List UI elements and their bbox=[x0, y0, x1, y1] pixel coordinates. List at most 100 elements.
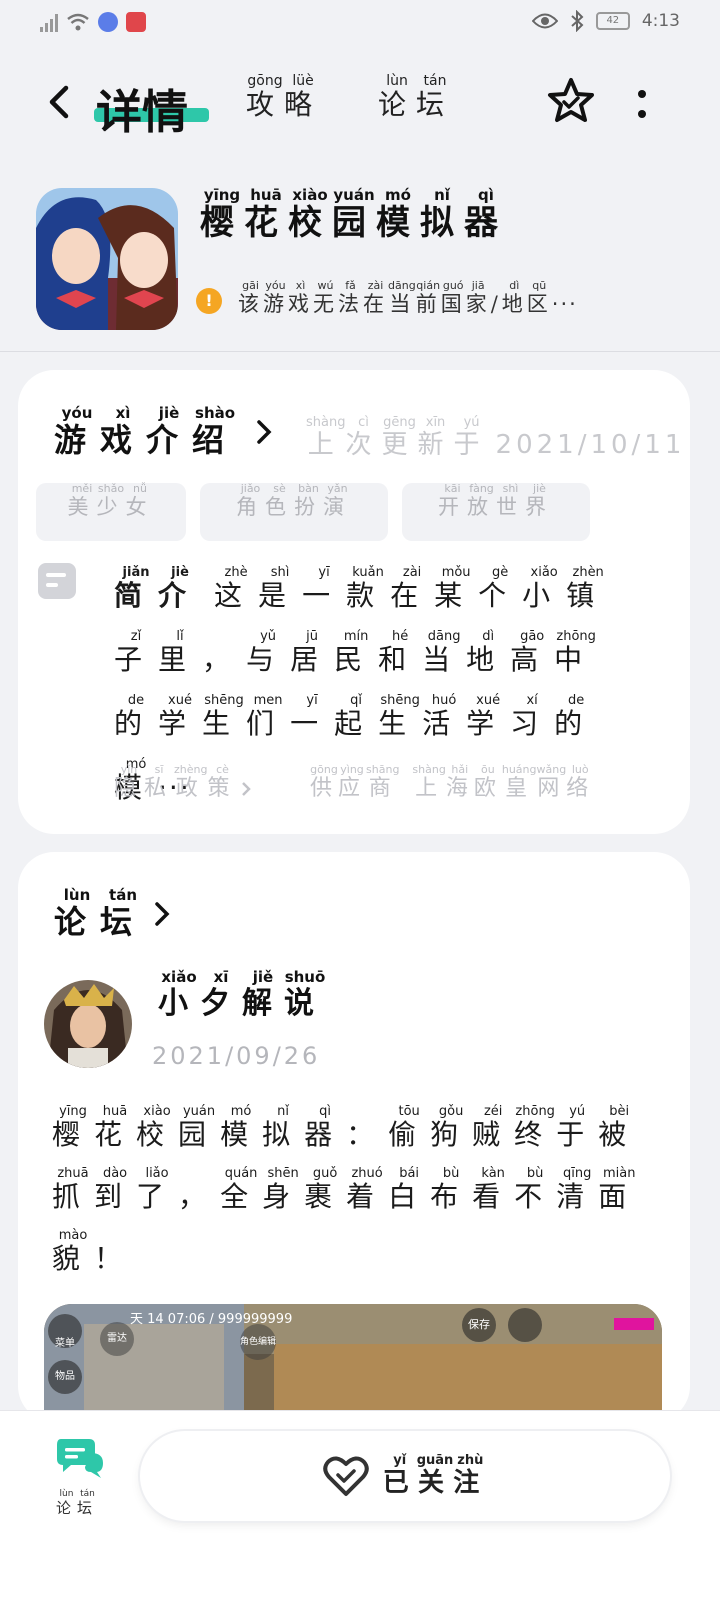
ruby-char: 家jiā bbox=[465, 279, 491, 316]
tag-item[interactable]: 开kāi放fàng世shì界jiè bbox=[402, 482, 590, 541]
ruby-char: 镇zhèn bbox=[566, 565, 611, 612]
game-icon[interactable] bbox=[36, 188, 178, 330]
ruby-char: 居jū bbox=[290, 629, 335, 676]
chat-bubbles-icon bbox=[57, 1439, 103, 1478]
ruby-char: 一yī bbox=[302, 565, 347, 612]
ruby-char: 与yǔ bbox=[246, 629, 291, 676]
last-update: 上shàng次cì更gēng新xīn于yú2021/10/11 bbox=[306, 415, 686, 460]
tag-item[interactable]: 角jiǎo色sè扮bàn演yǎn bbox=[200, 482, 388, 541]
ruby-char: 上shàng bbox=[306, 415, 346, 460]
ruby-char: 习xí bbox=[510, 693, 555, 740]
ruby-char: 于yú bbox=[556, 1104, 599, 1151]
info-icon: ! bbox=[196, 288, 222, 314]
ruby-char: 面miàn bbox=[598, 1166, 641, 1213]
follow-button-label: 已yǐ关guān注zhù bbox=[382, 1452, 488, 1499]
ruby-char: 区qū bbox=[526, 279, 552, 316]
post-author[interactable]: 小xiǎo夕xī解jiě说shuō bbox=[158, 968, 326, 1022]
ruby-char: 扮bàn bbox=[294, 482, 323, 519]
ruby-char: 园yuán bbox=[332, 186, 376, 243]
ruby-char: 介jiè bbox=[146, 404, 193, 459]
tag-item[interactable]: 美měi少shǎo女nǚ bbox=[36, 482, 186, 541]
privacy-policy-link[interactable]: 隐yǐn私sī政zhèng策cè bbox=[114, 763, 252, 802]
ruby-char: 模mó bbox=[376, 186, 420, 243]
ruby-char: 清qīng bbox=[556, 1166, 599, 1213]
ruby-char: 园yuán bbox=[178, 1104, 221, 1151]
ruby-char: 政zhèng bbox=[174, 763, 208, 801]
ruby-char: 生shēng bbox=[378, 693, 423, 740]
more-options-button[interactable] bbox=[630, 82, 654, 126]
ruby-char: 关guān bbox=[416, 1452, 454, 1498]
ruby-char: 欧ōu bbox=[473, 763, 502, 801]
hud-menu-button: 菜单 bbox=[48, 1314, 82, 1349]
ruby-char: 子zǐ bbox=[114, 629, 159, 676]
hud-character-edit-button: 角色编辑 bbox=[240, 1324, 276, 1360]
region-notice[interactable]: 该gāi游yóu戏xì无wú法fǎ在zài当dāng前qián国guó家jiā/… bbox=[238, 279, 578, 318]
page-title: 详情 bbox=[96, 85, 188, 139]
ruby-char: 坛tán bbox=[77, 1489, 99, 1517]
game-header: 樱yīng花huā校xiào园yuán模mó拟nǐ器qì ! 该gāi游yóu戏… bbox=[0, 186, 720, 351]
ruby-char: 绍shào bbox=[192, 404, 239, 459]
ruby-char: 拟nǐ bbox=[420, 186, 464, 243]
ruby-char: 器qì bbox=[304, 1104, 347, 1151]
tab-guide[interactable]: 攻gōng略lüè bbox=[246, 73, 322, 123]
ruby-char: 在zài bbox=[390, 565, 435, 612]
ruby-char: 少shǎo bbox=[96, 482, 126, 519]
chevron-right-icon[interactable] bbox=[152, 900, 172, 928]
ruby-char: 夕xī bbox=[200, 968, 242, 1021]
ruby-char: 在zài bbox=[363, 279, 388, 316]
ruby-char: 这zhè bbox=[214, 565, 259, 612]
back-button[interactable] bbox=[40, 82, 80, 122]
ruby-char: 坛tán bbox=[100, 886, 147, 941]
ruby-char: 樱yīng bbox=[200, 186, 244, 243]
signal-icon bbox=[40, 12, 58, 32]
ruby-char: 高gāo bbox=[510, 629, 555, 676]
ruby-char: 了liǎo bbox=[136, 1166, 179, 1213]
ruby-char: 游yóu bbox=[54, 404, 101, 459]
forum-card: 论lùn坛tán 小xiǎo夕xī解jiě说shuō 2021/09/26 樱y… bbox=[18, 852, 690, 1444]
ruby-char: 一yī bbox=[290, 693, 335, 740]
tab-forum[interactable]: 论lùn坛tán bbox=[378, 73, 454, 123]
ruby-char: 起qǐ bbox=[334, 693, 379, 740]
ruby-char: 界jiè bbox=[525, 482, 554, 519]
post-text[interactable]: 樱yīng花huā校xiào园yuán模mó拟nǐ器qì：偷tōu狗gǒu贼zé… bbox=[52, 1104, 652, 1290]
camera-icon bbox=[508, 1308, 542, 1342]
ruby-char: 器qì bbox=[464, 186, 508, 243]
chevron-right-icon[interactable] bbox=[254, 418, 274, 446]
ruby-char: 生shēng bbox=[202, 693, 247, 740]
ruby-char: 女nǚ bbox=[125, 482, 155, 519]
ruby-char: 花huā bbox=[94, 1104, 137, 1151]
ruby-char: 世shì bbox=[496, 482, 525, 519]
heart-check-icon bbox=[322, 1456, 369, 1496]
ruby-char: 演yǎn bbox=[323, 482, 352, 519]
favorite-star-icon[interactable] bbox=[545, 76, 597, 128]
ruby-char: 学xué bbox=[158, 693, 203, 740]
ruby-char: 解jiě bbox=[242, 968, 284, 1021]
ruby-char: / bbox=[490, 292, 502, 316]
ruby-char: 民mín bbox=[334, 629, 379, 676]
book-app-icon bbox=[126, 12, 146, 32]
ruby-char: 介jiè bbox=[158, 565, 203, 612]
section-title-forum[interactable]: 论lùn坛tán bbox=[54, 886, 147, 943]
ruby-char: 网wǎng bbox=[536, 763, 567, 801]
game-intro-card: 游yóu戏xì介jiè绍shào 上shàng次cì更gēng新xīn于yú20… bbox=[18, 370, 690, 834]
avatar[interactable] bbox=[44, 980, 132, 1068]
ruby-char: 白bái bbox=[388, 1166, 431, 1213]
bottom-tab-forum-label: 论lùn坛tán bbox=[56, 1489, 98, 1518]
ruby-char: ， bbox=[202, 643, 247, 676]
ruby-char: 简jiǎn bbox=[114, 565, 159, 612]
ruby-char: 的de bbox=[114, 693, 159, 740]
ruby-char: 个gè bbox=[478, 565, 523, 612]
ruby-char: 当dāng bbox=[422, 629, 467, 676]
ruby-char: 于yú bbox=[453, 415, 490, 460]
ruby-char: ， bbox=[178, 1180, 221, 1213]
section-title-intro[interactable]: 游yóu戏xì介jiè绍shào bbox=[54, 404, 239, 461]
ruby-char: 已yǐ bbox=[382, 1452, 417, 1498]
ruby-char: 着zhuó bbox=[346, 1166, 389, 1213]
follow-button[interactable]: 已yǐ关guān注zhù bbox=[140, 1431, 670, 1521]
ruby-char: 中zhōng bbox=[554, 629, 599, 676]
ruby-char: 法fǎ bbox=[338, 279, 363, 316]
ruby-char: 供gōng bbox=[310, 763, 339, 801]
ruby-char: 美měi bbox=[67, 482, 97, 519]
ruby-char: 拟nǐ bbox=[262, 1104, 305, 1151]
ruby-char: 里lǐ bbox=[158, 629, 203, 676]
